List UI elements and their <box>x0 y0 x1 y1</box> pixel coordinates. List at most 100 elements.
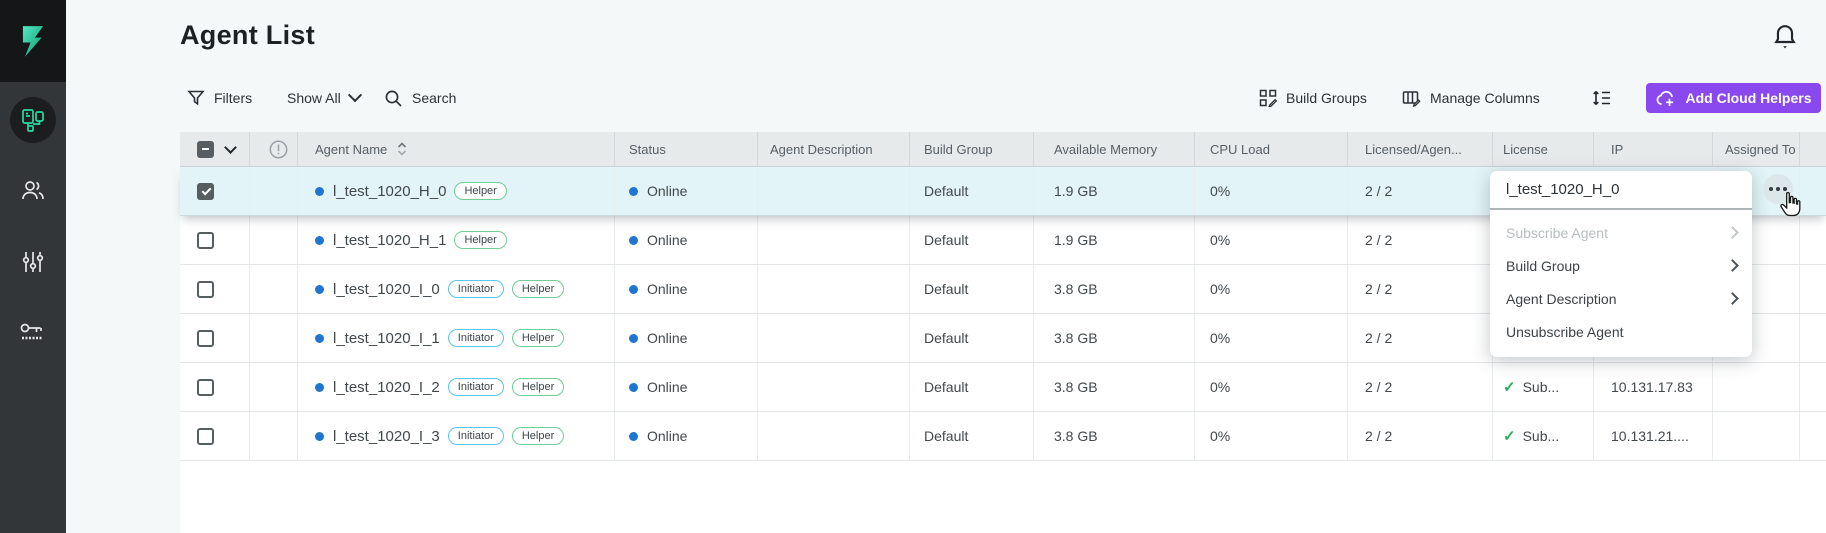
badge-helper: Helper <box>512 329 564 347</box>
search-button[interactable]: Search <box>384 86 456 110</box>
row-checkbox[interactable] <box>197 428 214 445</box>
row-checkbox[interactable] <box>197 281 214 298</box>
cell-text: 0% <box>1210 330 1230 346</box>
agent-status-dot <box>315 236 324 245</box>
selection-menu-chevron-icon[interactable] <box>224 141 237 154</box>
row-checkbox[interactable] <box>197 232 214 249</box>
incredibuild-logo-icon <box>21 24 46 59</box>
header-cell-licensed: Licensed/Agen... <box>1348 132 1493 166</box>
users-icon <box>20 177 46 203</box>
badge-helper: Helper <box>512 427 564 445</box>
hand-cursor <box>1779 192 1801 218</box>
sort-arrows-icon[interactable] <box>397 142 407 156</box>
cell-cpu: 0% <box>1195 216 1348 264</box>
menu-item-subscribe-agent: Subscribe Agent <box>1490 216 1752 249</box>
sliders-icon <box>20 249 46 275</box>
row-checkbox[interactable] <box>197 379 214 396</box>
page-title: Agent List <box>180 20 315 51</box>
submenu-chevron-icon <box>1726 259 1739 272</box>
menu-item-agent-description[interactable]: Agent Description <box>1490 282 1752 315</box>
agent-name: l_test_1020_I_3 <box>333 428 440 445</box>
cell-build_group: Default <box>910 412 1034 460</box>
agent-list-page: Agent List Filters Show All Search Build… <box>0 0 1826 533</box>
cell-text: 0% <box>1210 281 1230 297</box>
cell-memory: 3.8 GB <box>1034 314 1195 362</box>
agent-name: l_test_1020_I_2 <box>333 379 440 396</box>
cell-extra <box>1800 363 1826 411</box>
agent-status-dot <box>315 432 324 441</box>
context-menu-items: Subscribe Agent Build Group Agent Descri… <box>1490 210 1752 357</box>
cell-select <box>180 363 250 411</box>
header-cell-assigned: Assigned To <box>1713 132 1800 166</box>
table-row[interactable]: l_test_1020_I_3InitiatorHelperOnlineDefa… <box>180 412 1826 461</box>
column-label: Status <box>629 142 666 157</box>
show-all-dropdown[interactable]: Show All <box>287 86 360 110</box>
cell-select <box>180 412 250 460</box>
column-label: Licensed/Agen... <box>1365 142 1462 157</box>
cell-text: Default <box>924 232 968 248</box>
cell-text: 3.8 GB <box>1054 281 1098 297</box>
status-dot <box>629 285 638 294</box>
row-checkbox[interactable] <box>197 183 214 200</box>
notifications-bell-icon[interactable] <box>1772 22 1798 52</box>
license-text: Sub... <box>1523 379 1560 395</box>
sidebar-item-settings[interactable] <box>0 249 66 275</box>
cell-description <box>758 412 910 460</box>
cell-name: l_test_1020_H_0Helper <box>298 167 615 215</box>
sidebar-item-agents[interactable] <box>0 97 66 143</box>
header-cell-select[interactable] <box>180 132 250 166</box>
header-cell-ip: IP <box>1594 132 1713 166</box>
status-text: Online <box>647 232 687 248</box>
cell-text: Default <box>924 379 968 395</box>
badge-initiator: Initiator <box>448 329 504 347</box>
row-context-menu: l_test_1020_H_0 Subscribe Agent Build Gr… <box>1490 171 1752 357</box>
filter-funnel-icon <box>187 89 205 107</box>
add-cloud-helpers-label: Add Cloud Helpers <box>1685 90 1811 106</box>
cell-select <box>180 216 250 264</box>
cell-description <box>758 265 910 313</box>
status-dot <box>629 383 638 392</box>
menu-item-unsubscribe-agent[interactable]: Unsubscribe Agent <box>1490 315 1752 348</box>
cell-info <box>250 216 298 264</box>
cell-extra <box>1800 216 1826 264</box>
column-label: Build Group <box>924 142 993 157</box>
cell-memory: 3.8 GB <box>1034 412 1195 460</box>
cell-status: Online <box>615 216 758 264</box>
menu-item-build-group[interactable]: Build Group <box>1490 249 1752 282</box>
status-dot <box>629 187 638 196</box>
row-height-icon <box>1592 88 1612 108</box>
status-text: Online <box>647 330 687 346</box>
cell-name: l_test_1020_H_1Helper <box>298 216 615 264</box>
sidebar-item-users[interactable] <box>0 177 66 203</box>
row-checkbox[interactable] <box>197 330 214 347</box>
cell-status: Online <box>615 314 758 362</box>
cell-license: ✓Sub... <box>1493 363 1594 411</box>
filters-button[interactable]: Filters <box>187 86 252 110</box>
row-height-button[interactable] <box>1592 86 1612 110</box>
build-groups-button[interactable]: Build Groups <box>1259 86 1367 110</box>
app-logo[interactable] <box>0 0 66 82</box>
manage-columns-label: Manage Columns <box>1430 90 1540 106</box>
sidebar-item-licenses[interactable] <box>0 319 66 345</box>
cell-text: Default <box>924 281 968 297</box>
select-all-checkbox[interactable] <box>197 141 214 158</box>
badge-initiator: Initiator <box>448 427 504 445</box>
header-cell-description: Agent Description <box>758 132 910 166</box>
add-cloud-helpers-button[interactable]: Add Cloud Helpers <box>1646 83 1821 113</box>
column-label: Agent Name <box>315 142 387 157</box>
info-icon <box>268 139 289 160</box>
manage-columns-button[interactable]: Manage Columns <box>1402 86 1540 110</box>
cell-status: Online <box>615 265 758 313</box>
cell-info <box>250 314 298 362</box>
cell-description <box>758 216 910 264</box>
agent-name: l_test_1020_H_1 <box>333 232 446 249</box>
header-cell-name[interactable]: Agent Name <box>298 132 615 166</box>
cell-text: 3.8 GB <box>1054 379 1098 395</box>
license-check-icon: ✓ <box>1503 427 1516 445</box>
cell-status: Online <box>615 167 758 215</box>
table-row[interactable]: l_test_1020_I_2InitiatorHelperOnlineDefa… <box>180 363 1826 412</box>
agent-status-dot <box>315 285 324 294</box>
agents-icon <box>20 107 46 133</box>
cell-licensed: 2 / 2 <box>1348 412 1493 460</box>
cell-text: 10.131.17.83 <box>1611 379 1693 395</box>
